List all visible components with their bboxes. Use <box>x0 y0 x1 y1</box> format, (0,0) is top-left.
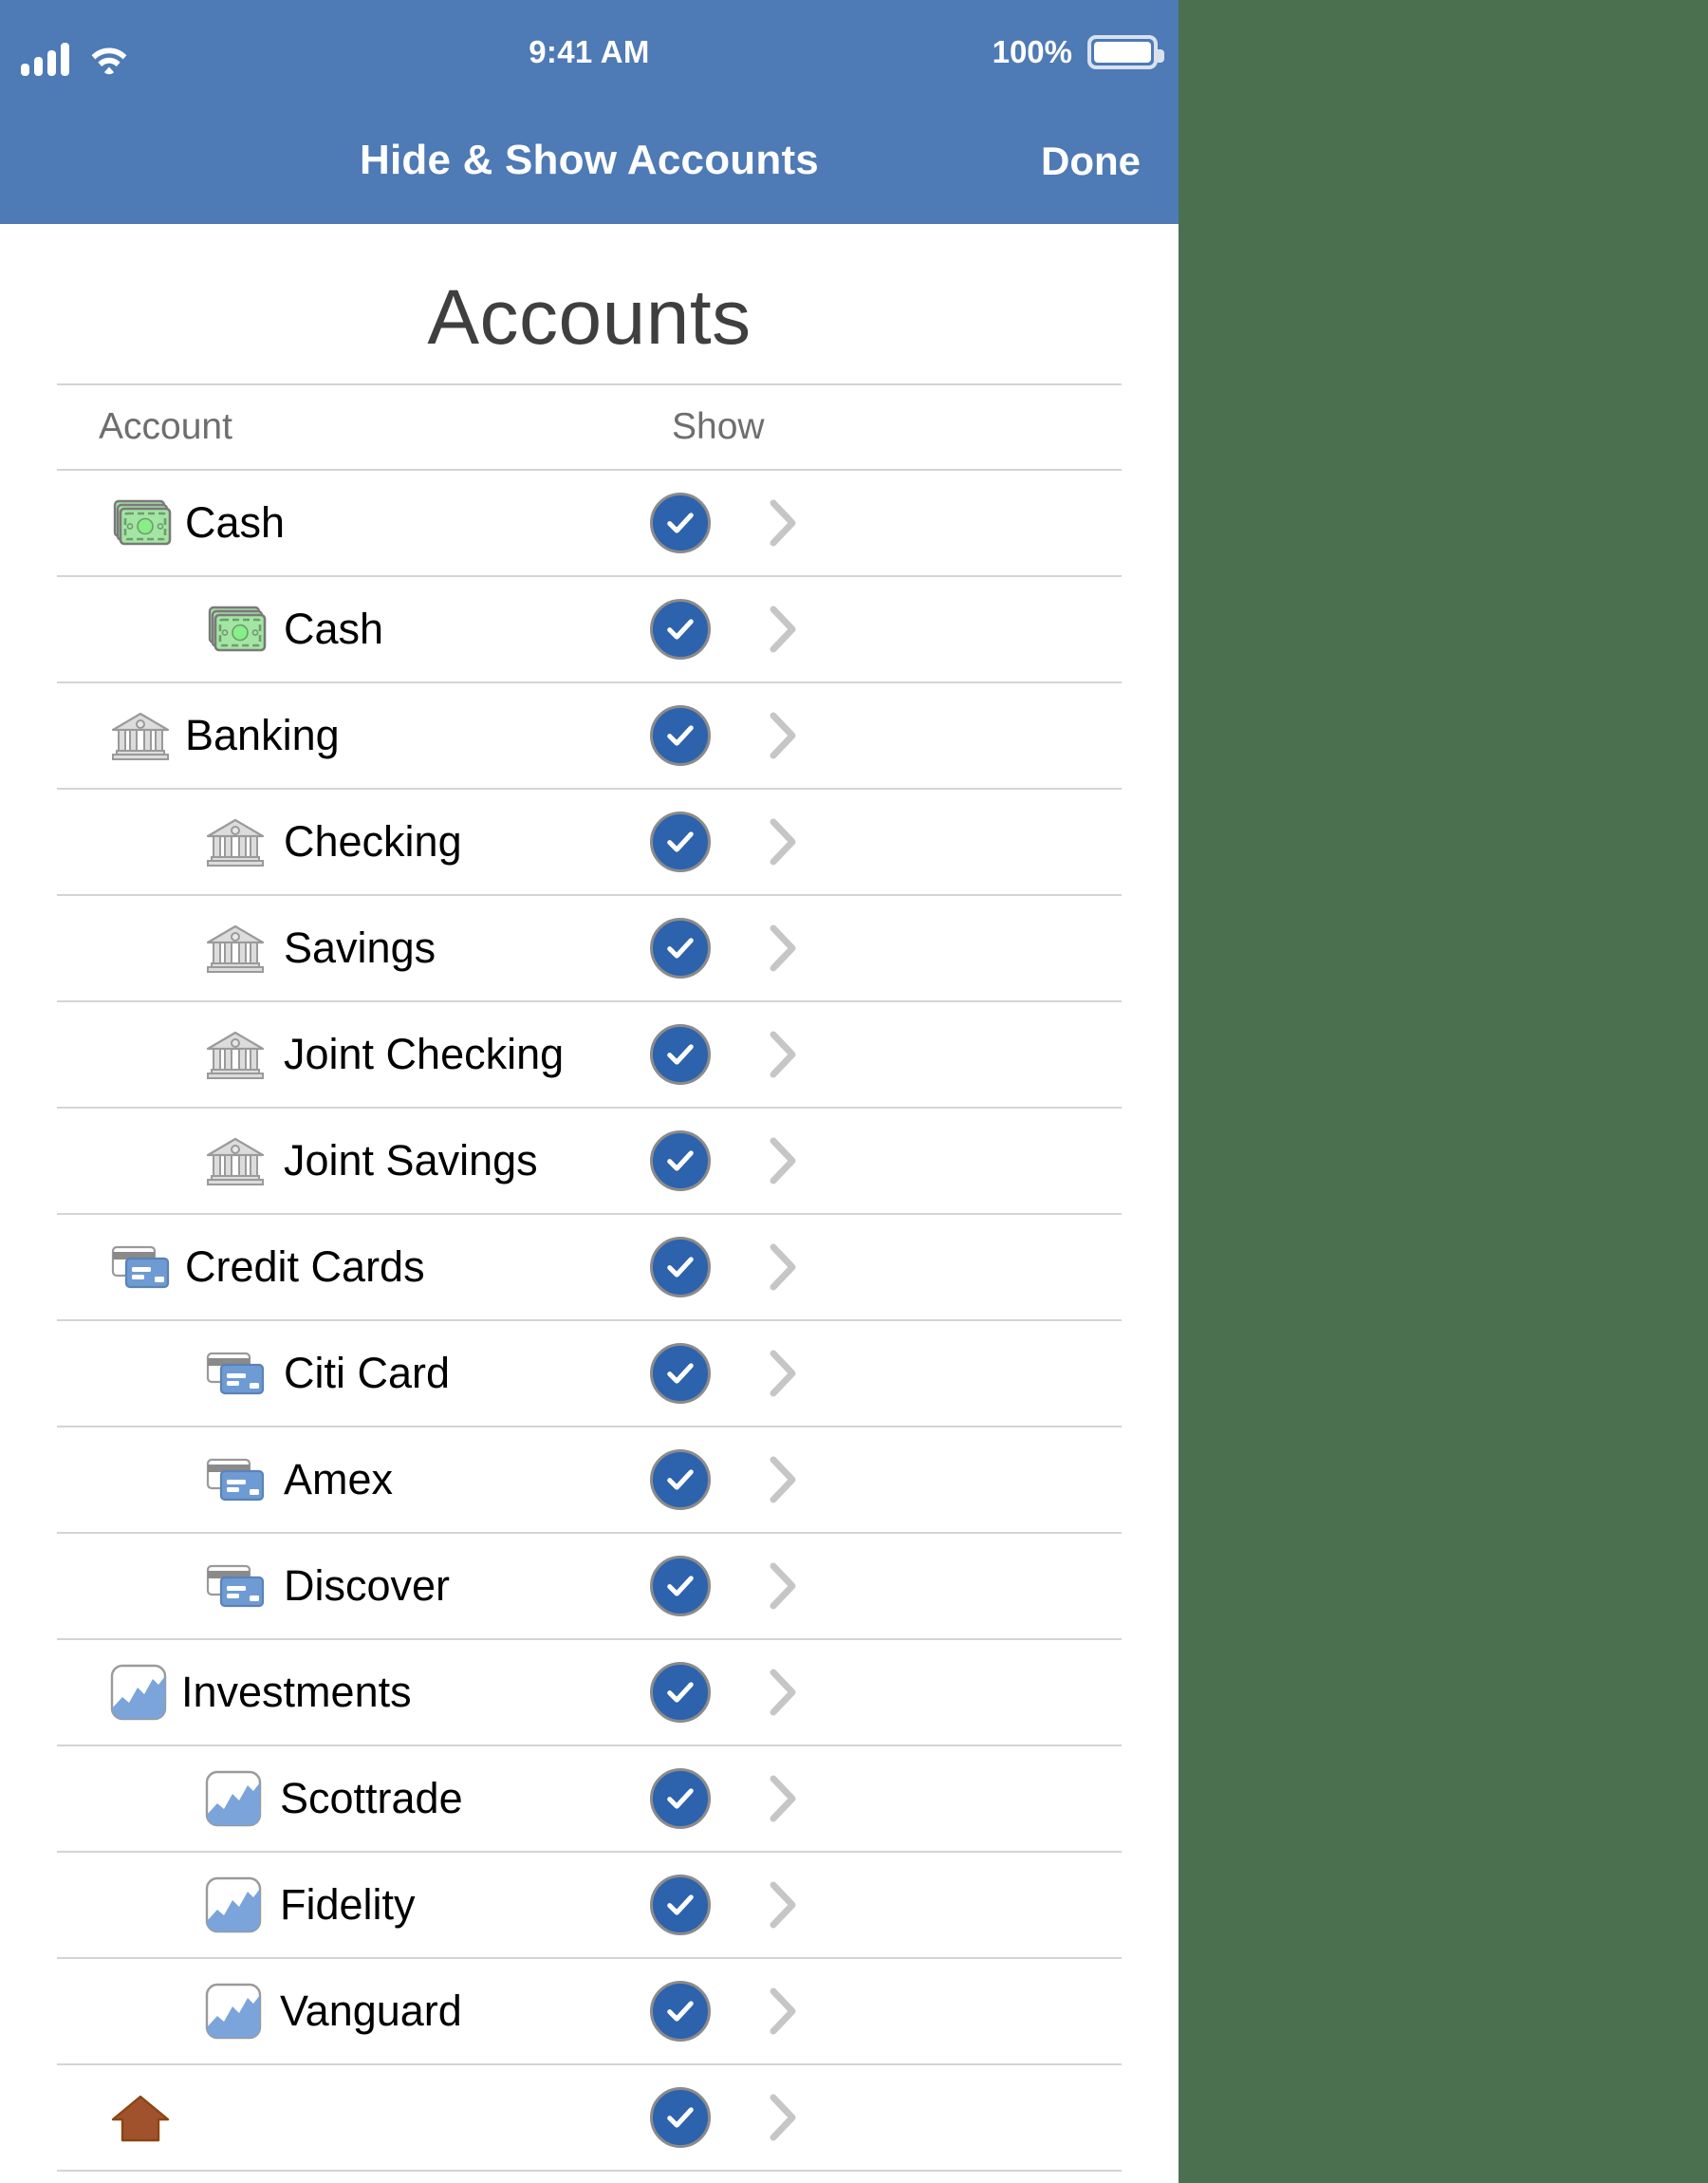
credit-card-icon <box>206 1458 265 1502</box>
chevron-right-icon[interactable] <box>767 605 799 654</box>
table-row[interactable]: Scottrade <box>57 1746 1122 1851</box>
account-name-label: Savings <box>284 924 436 972</box>
chevron-right-icon[interactable] <box>767 1774 799 1823</box>
cash-icon <box>113 499 172 546</box>
chevron-right-icon[interactable] <box>767 1880 799 1930</box>
show-checkmark-toggle[interactable] <box>650 1237 711 1297</box>
table-row[interactable]: Discover <box>57 1534 1122 1638</box>
show-checkmark-toggle[interactable] <box>650 599 711 660</box>
chevron-right-icon[interactable] <box>767 498 799 548</box>
table-row[interactable]: Credit Cards <box>57 1215 1122 1319</box>
page-title: Accounts <box>427 274 752 361</box>
account-name-label: Cash <box>284 605 384 653</box>
chevron-right-icon[interactable] <box>767 1455 799 1504</box>
account-name-label: Amex <box>284 1455 394 1503</box>
chart-icon <box>205 1983 262 2040</box>
account-name-label: Banking <box>185 711 340 759</box>
show-checkmark-toggle[interactable] <box>650 1556 711 1616</box>
table-row[interactable]: Cash <box>57 471 1122 575</box>
credit-card-icon <box>206 1564 265 1608</box>
accounts-row-list: Cash Cash Banking Checking Savings Joint… <box>57 471 1122 2172</box>
bank-icon <box>206 1031 265 1079</box>
status-bar-right: 100% <box>992 34 1164 70</box>
account-name-label: Investments <box>181 1668 412 1716</box>
chevron-right-icon[interactable] <box>767 711 799 760</box>
table-row[interactable]: Savings <box>57 896 1122 1000</box>
column-header-account: Account <box>99 406 232 447</box>
show-checkmark-toggle[interactable] <box>650 1875 711 1935</box>
table-header-row: Account Show <box>57 385 1122 469</box>
account-name-label: Joint Savings <box>284 1136 538 1185</box>
show-checkmark-toggle[interactable] <box>650 1343 711 1404</box>
bank-icon <box>206 924 265 973</box>
nav-title: Hide & Show Accounts <box>360 137 819 183</box>
account-name-label: Joint Checking <box>284 1030 565 1078</box>
table-row[interactable]: Joint Checking <box>57 1002 1122 1107</box>
chevron-right-icon[interactable] <box>767 1987 799 2036</box>
table-row[interactable]: Vanguard <box>57 1959 1122 2063</box>
table-row[interactable]: Cash <box>57 577 1122 681</box>
status-bar: 9:41 AM 100% <box>0 0 1179 112</box>
chevron-right-icon[interactable] <box>767 924 799 973</box>
table-row[interactable]: Citi Card <box>57 1321 1122 1426</box>
accounts-table: Account Show Cash Cash Banking Checking … <box>0 383 1179 2172</box>
bank-icon <box>206 818 265 867</box>
account-name-label: Credit Cards <box>185 1242 425 1291</box>
house-icon <box>111 2095 170 2142</box>
chevron-right-icon[interactable] <box>767 1668 799 1717</box>
credit-card-icon <box>206 1352 265 1395</box>
bank-icon <box>111 712 170 760</box>
chevron-right-icon[interactable] <box>767 1561 799 1611</box>
show-checkmark-toggle[interactable] <box>650 1981 711 2042</box>
done-button[interactable]: Done <box>1041 139 1141 184</box>
table-row[interactable]: Fidelity <box>57 1853 1122 1957</box>
show-checkmark-toggle[interactable] <box>650 1449 711 1510</box>
table-row[interactable]: Banking <box>57 683 1122 788</box>
show-checkmark-toggle[interactable] <box>650 1130 711 1191</box>
account-name-label: Cash <box>185 498 286 547</box>
column-header-show: Show <box>672 406 765 447</box>
chart-icon <box>110 1664 167 1721</box>
table-row[interactable]: Checking <box>57 790 1122 894</box>
battery-full-icon <box>1087 35 1164 69</box>
table-row[interactable]: Investments <box>57 1640 1122 1745</box>
account-name-label: Scottrade <box>280 1774 463 1822</box>
chevron-right-icon[interactable] <box>767 1242 799 1292</box>
show-checkmark-toggle[interactable] <box>650 2087 711 2148</box>
chart-icon <box>205 1770 262 1827</box>
show-checkmark-toggle[interactable] <box>650 812 711 872</box>
nav-bar: Hide & Show Accounts Done <box>0 112 1179 224</box>
phone-screen: 9:41 AM 100% Hide & Show Accounts Done A… <box>0 0 1179 2183</box>
chevron-right-icon[interactable] <box>767 2093 799 2142</box>
show-checkmark-toggle[interactable] <box>650 1768 711 1829</box>
show-checkmark-toggle[interactable] <box>650 1662 711 1723</box>
chevron-right-icon[interactable] <box>767 1030 799 1079</box>
show-checkmark-toggle[interactable] <box>650 493 711 553</box>
account-name-label: Checking <box>284 817 462 866</box>
bank-icon <box>206 1137 265 1185</box>
table-row[interactable]: Joint Savings <box>57 1109 1122 1213</box>
account-name-label: Fidelity <box>280 1880 416 1929</box>
show-checkmark-toggle[interactable] <box>650 705 711 766</box>
account-name-label: Citi Card <box>284 1349 451 1397</box>
chart-icon <box>205 1876 262 1933</box>
account-name-label: Discover <box>284 1561 451 1610</box>
chevron-right-icon[interactable] <box>767 1136 799 1185</box>
account-name-label: Vanguard <box>280 1987 462 2035</box>
show-checkmark-toggle[interactable] <box>650 918 711 979</box>
table-row[interactable] <box>57 2065 1122 2170</box>
show-checkmark-toggle[interactable] <box>650 1024 711 1085</box>
table-row[interactable]: Amex <box>57 1427 1122 1532</box>
divider <box>57 2170 1122 2172</box>
cash-icon <box>208 606 267 652</box>
credit-card-icon <box>111 1245 170 1289</box>
battery-percent-label: 100% <box>992 34 1072 69</box>
chevron-right-icon[interactable] <box>767 817 799 867</box>
chevron-right-icon[interactable] <box>767 1349 799 1398</box>
